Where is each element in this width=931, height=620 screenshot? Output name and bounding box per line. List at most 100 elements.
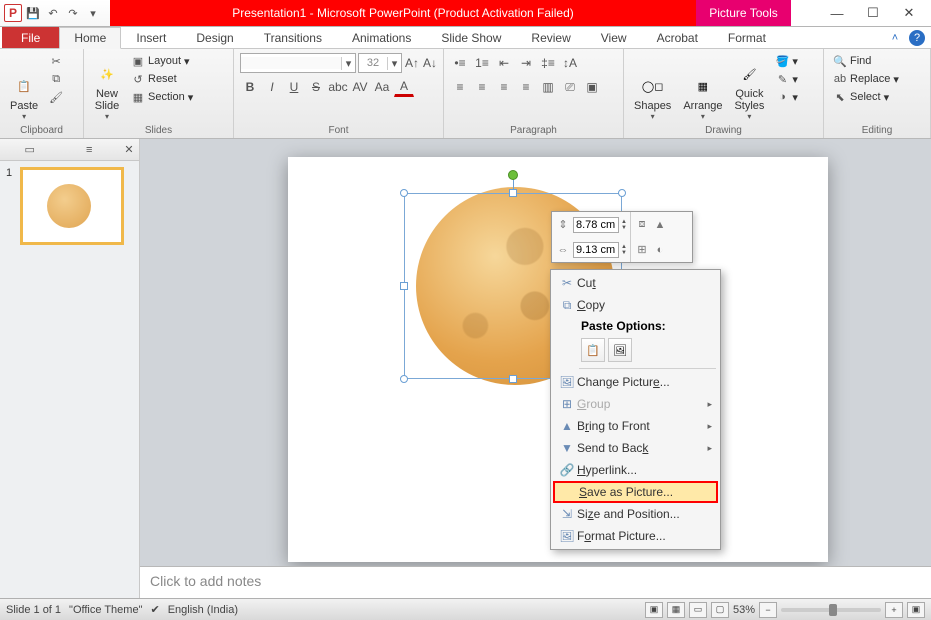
context-copy[interactable]: ⧉Copy [553,294,718,316]
underline-button[interactable]: U [284,77,304,97]
text-direction-button[interactable]: ↕A [560,53,580,73]
tab-acrobat[interactable]: Acrobat [642,27,713,48]
shape-fill-button[interactable]: 🪣▾ [772,53,801,69]
minimize-ribbon-icon[interactable]: ˄ [887,30,903,46]
font-family-input[interactable] [241,57,341,69]
slides-tab[interactable]: ▭ [0,140,60,159]
width-spinner[interactable]: ▲▼ [621,244,627,256]
bring-forward-mini-icon[interactable]: ▲ [652,217,668,233]
normal-view-button[interactable]: ▣ [645,602,663,618]
line-spacing-button[interactable]: ‡≡ [538,53,558,73]
resize-handle-tm[interactable] [509,189,517,197]
effects-mini-icon[interactable]: ◐ [652,242,668,258]
align-left-button[interactable]: ≡ [450,77,470,97]
chevron-down-icon[interactable]: ▾ [341,57,355,70]
font-size-combo[interactable]: ▾ [358,53,402,73]
copy-button[interactable]: ⧉ [46,71,66,87]
fit-to-window-button[interactable]: ▣ [907,602,925,618]
minimize-button[interactable]: — [821,3,853,23]
context-change-picture[interactable]: 🖼Change Picture... [553,371,718,393]
new-slide-button[interactable]: ✨ New Slide ▾ [90,53,124,123]
rotate-handle[interactable] [508,170,518,180]
quick-styles-button[interactable]: 🖌Quick Styles▾ [730,53,768,123]
width-input[interactable] [573,242,619,258]
tab-transitions[interactable]: Transitions [249,27,337,48]
tab-home[interactable]: Home [59,27,121,49]
zoom-slider-thumb[interactable] [829,604,837,616]
help-icon[interactable]: ? [909,30,925,46]
section-button[interactable]: ▦Section ▾ [128,89,196,105]
change-case-button[interactable]: Aa [372,77,392,97]
thumbnail-preview[interactable] [20,167,124,245]
columns-button[interactable]: ▥ [538,77,558,97]
format-painter-button[interactable]: 🖌 [46,89,66,105]
replace-button[interactable]: abReplace ▾ [830,71,924,87]
tab-insert[interactable]: Insert [121,27,181,48]
italic-button[interactable]: I [262,77,282,97]
bold-button[interactable]: B [240,77,260,97]
numbering-button[interactable]: 1≡ [472,53,492,73]
shape-effects-button[interactable]: ◑▾ [772,89,801,105]
zoom-slider[interactable] [781,608,881,612]
redo-icon[interactable]: ↷ [64,4,82,22]
context-cut[interactable]: ✂Cut [553,272,718,294]
resize-handle-ml[interactable] [400,282,408,290]
chevron-down-icon[interactable]: ▾ [387,57,401,70]
reset-button[interactable]: ↺Reset [128,71,196,87]
tab-animations[interactable]: Animations [337,27,426,48]
save-icon[interactable]: 💾 [24,4,42,22]
picture-size-mini-toolbar[interactable]: ⇕ ▲▼ ⇔ ▲▼ ⧈▲ ⊞◐ [551,211,693,263]
align-text-button[interactable]: ⎚ [560,77,580,97]
height-spinner[interactable]: ▲▼ [621,219,627,231]
thumbnail-item[interactable]: 1 [6,167,133,245]
zoom-in-button[interactable]: + [885,602,903,618]
context-bring-to-front[interactable]: ▲Bring to Front▸ [553,415,718,437]
text-shadow-button[interactable]: abc [328,77,348,97]
align-mini-icon[interactable]: ⊞ [634,242,650,258]
context-size-position[interactable]: ⇲Size and Position... [553,503,718,525]
select-button[interactable]: ⬉Select ▾ [830,89,924,105]
bullets-button[interactable]: •≡ [450,53,470,73]
resize-handle-tr[interactable] [618,189,626,197]
decrease-indent-button[interactable]: ⇤ [494,53,514,73]
undo-icon[interactable]: ↶ [44,4,62,22]
grow-font-icon[interactable]: A↑ [404,53,420,73]
justify-button[interactable]: ≡ [516,77,536,97]
increase-indent-button[interactable]: ⇥ [516,53,536,73]
shape-outline-button[interactable]: ✎▾ [772,71,801,87]
slide-sorter-view-button[interactable]: ▦ [667,602,685,618]
reading-view-button[interactable]: ▭ [689,602,707,618]
notes-pane[interactable]: Click to add notes [140,566,931,598]
resize-handle-tl[interactable] [400,189,408,197]
resize-handle-bm[interactable] [509,375,517,383]
context-send-to-back[interactable]: ▼Send to Back▸ [553,437,718,459]
resize-handle-bl[interactable] [400,375,408,383]
shrink-font-icon[interactable]: A↓ [422,53,438,73]
spellcheck-icon[interactable]: ✔ [150,603,159,616]
context-hyperlink[interactable]: 🔗Hyperlink... [553,459,718,481]
close-panel-icon[interactable]: ✕ [119,143,139,156]
font-size-input[interactable] [359,57,387,69]
tab-format[interactable]: Format [713,27,781,48]
arrange-button[interactable]: ▦Arrange▾ [679,53,726,123]
language-indicator[interactable]: English (India) [168,604,238,616]
align-center-button[interactable]: ≡ [472,77,492,97]
layout-button[interactable]: ▣Layout ▾ [128,53,196,69]
tab-slideshow[interactable]: Slide Show [426,27,516,48]
powerpoint-app-icon[interactable]: P [4,4,22,22]
maximize-button[interactable]: ☐ [857,3,889,23]
align-right-button[interactable]: ≡ [494,77,514,97]
strikethrough-button[interactable]: S [306,77,326,97]
zoom-level[interactable]: 53% [733,604,755,616]
context-format-picture[interactable]: 🖼Format Picture... [553,525,718,547]
find-button[interactable]: 🔍Find [830,53,924,69]
qat-more-icon[interactable]: ▾ [84,4,102,22]
zoom-out-button[interactable]: − [759,602,777,618]
tab-view[interactable]: View [586,27,642,48]
character-spacing-button[interactable]: AV [350,77,370,97]
cut-button[interactable]: ✂ [46,53,66,69]
font-family-combo[interactable]: ▾ [240,53,356,73]
slide-editor[interactable]: ⇕ ▲▼ ⇔ ▲▼ ⧈▲ ⊞◐ ✂Cut ⧉Copy Paste Options… [140,139,931,598]
close-window-button[interactable]: ✕ [893,3,925,23]
paste-keep-formatting[interactable]: 📋 [581,338,605,362]
